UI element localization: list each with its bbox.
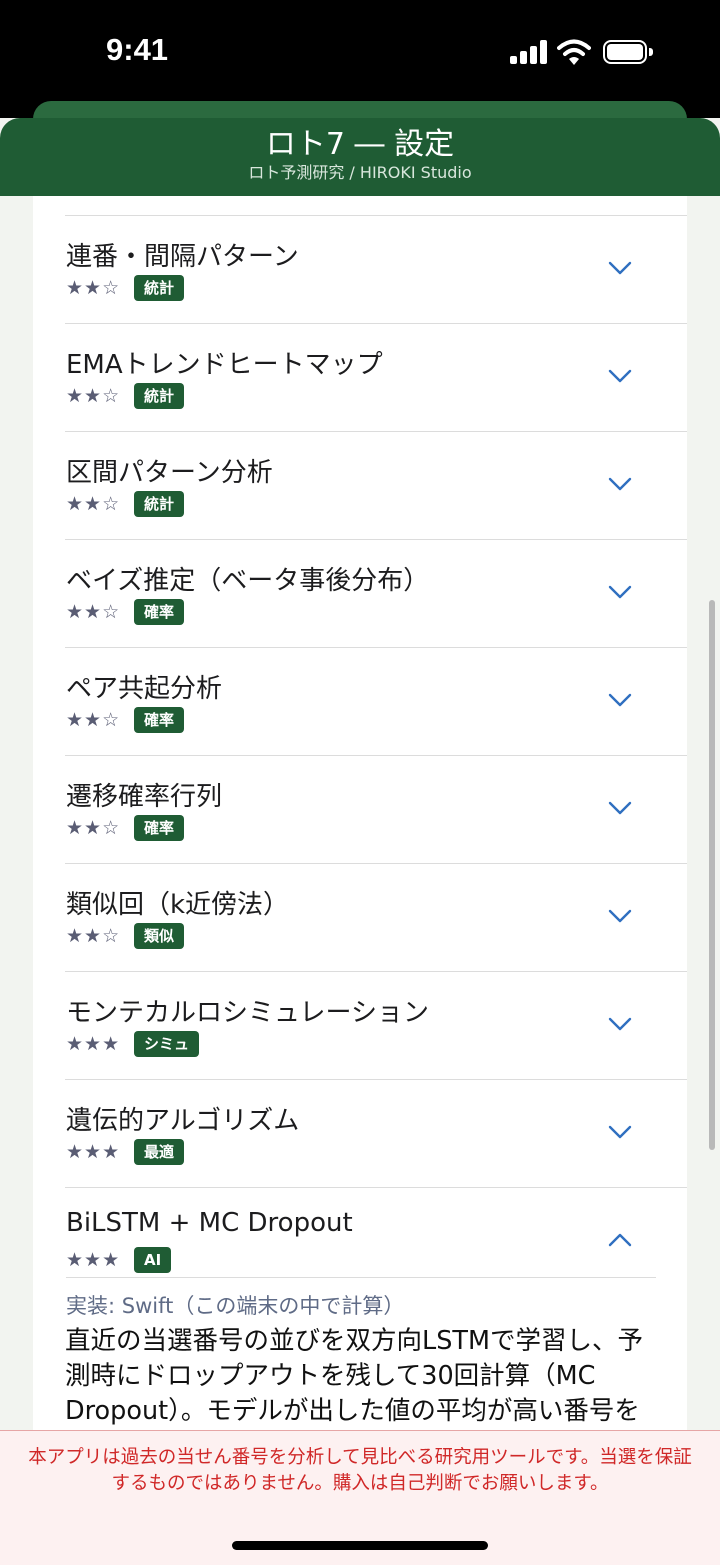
category-badge: 統計 bbox=[134, 383, 185, 409]
method-meta: ★★★ 最適 bbox=[66, 1138, 185, 1166]
method-item[interactable]: 類似回（k近傍法） ★★☆ 類似 bbox=[65, 863, 687, 971]
method-item[interactable]: 遷移確率行列 ★★☆ 確率 bbox=[65, 755, 687, 863]
method-item[interactable]: モンテカルロシミュレーション ★★★ シミュ bbox=[65, 971, 687, 1079]
method-list-sheet: 連番・間隔パターン ★★☆ 統計 EMAトレンドヒートマップ ★★☆ 統計 区間… bbox=[33, 196, 687, 1436]
category-badge: 確率 bbox=[134, 707, 185, 733]
disclaimer-text: 本アプリは過去の当せん番号を分析して見比べる研究用ツールです。当選を保証するもの… bbox=[28, 1447, 692, 1494]
implementation-note: 実装: Swift（この端末の中で計算） bbox=[66, 1294, 405, 1318]
chevron-down-icon[interactable] bbox=[605, 361, 635, 391]
divider bbox=[66, 1277, 656, 1278]
method-meta: ★★☆ 類似 bbox=[66, 922, 185, 950]
method-meta: ★★☆ 確率 bbox=[66, 598, 185, 626]
method-item[interactable]: 区間パターン分析 ★★☆ 統計 bbox=[65, 431, 687, 539]
method-item[interactable]: ベイズ推定（ベータ事後分布） ★★☆ 確率 bbox=[65, 539, 687, 647]
method-meta: ★★★ シミュ bbox=[66, 1030, 200, 1058]
category-badge: 類似 bbox=[134, 923, 185, 949]
rating-stars: ★★☆ bbox=[66, 817, 121, 839]
rating-stars: ★★☆ bbox=[66, 277, 121, 299]
rating-stars: ★★☆ bbox=[66, 709, 121, 731]
method-title: 遺伝的アルゴリズム bbox=[66, 1106, 300, 1136]
method-meta: ★★☆ 確率 bbox=[66, 706, 185, 734]
wifi-icon bbox=[557, 38, 591, 66]
category-badge: 統計 bbox=[134, 491, 185, 517]
chevron-down-icon[interactable] bbox=[605, 469, 635, 499]
rating-stars: ★★★ bbox=[66, 1141, 121, 1163]
method-title: 連番・間隔パターン bbox=[66, 242, 299, 272]
status-time: 9:41 bbox=[106, 32, 169, 67]
chevron-down-icon[interactable] bbox=[605, 253, 635, 283]
method-title: モンテカルロシミュレーション bbox=[66, 998, 429, 1028]
method-meta: ★★☆ 統計 bbox=[66, 382, 185, 410]
chevron-down-icon[interactable] bbox=[605, 577, 635, 607]
rating-stars: ★★★ bbox=[66, 1249, 121, 1271]
scrollbar[interactable] bbox=[709, 600, 715, 1150]
method-item[interactable]: ペア共起分析 ★★☆ 確率 bbox=[65, 647, 687, 755]
chevron-up-icon[interactable] bbox=[605, 1225, 635, 1255]
category-badge: AI bbox=[134, 1247, 172, 1273]
rating-stars: ★★☆ bbox=[66, 601, 121, 623]
method-item[interactable]: 遺伝的アルゴリズム ★★★ 最適 bbox=[65, 1079, 687, 1187]
method-title: 区間パターン分析 bbox=[66, 458, 273, 488]
method-item-expanded[interactable]: BiLSTM + MC Dropout ★★★ AI bbox=[65, 1187, 687, 1295]
category-badge: 確率 bbox=[134, 599, 185, 625]
method-title: 類似回（k近傍法） bbox=[66, 890, 290, 920]
category-badge: 確率 bbox=[134, 815, 185, 841]
home-indicator[interactable] bbox=[232, 1541, 488, 1550]
rating-stars: ★★☆ bbox=[66, 493, 121, 515]
method-item[interactable]: EMAトレンドヒートマップ ★★☆ 統計 bbox=[65, 323, 687, 431]
category-badge: 最適 bbox=[134, 1139, 185, 1165]
category-badge: シミュ bbox=[134, 1031, 200, 1057]
rating-stars: ★★★ bbox=[66, 1033, 121, 1055]
chevron-down-icon[interactable] bbox=[605, 793, 635, 823]
method-meta: ★★☆ 統計 bbox=[66, 274, 185, 302]
method-title: ベイズ推定（ベータ事後分布） bbox=[66, 566, 430, 596]
method-meta: ★★★ AI bbox=[66, 1246, 172, 1274]
battery-icon bbox=[603, 40, 653, 64]
rating-stars: ★★☆ bbox=[66, 925, 121, 947]
settings-header: ロト7 ― 設定 ロト予測研究 / HIROKI Studio bbox=[0, 118, 720, 196]
method-meta: ★★☆ 確率 bbox=[66, 814, 185, 842]
method-title: ペア共起分析 bbox=[66, 674, 223, 704]
rating-stars: ★★☆ bbox=[66, 385, 121, 407]
page-subtitle: ロト予測研究 / HIROKI Studio bbox=[248, 163, 472, 182]
category-badge: 統計 bbox=[134, 275, 185, 301]
page-title: ロト7 ― 設定 bbox=[265, 127, 455, 162]
chevron-down-icon[interactable] bbox=[605, 1117, 635, 1147]
method-item[interactable]: 連番・間隔パターン ★★☆ 統計 bbox=[65, 215, 687, 323]
method-title: 遷移確率行列 bbox=[66, 782, 223, 812]
method-title: BiLSTM + MC Dropout bbox=[66, 1208, 353, 1238]
chevron-down-icon[interactable] bbox=[605, 901, 635, 931]
chevron-down-icon[interactable] bbox=[605, 685, 635, 715]
method-description: 直近の当選番号の並びを双方向LSTMで学習し、予測時にドロップアウトを残して30… bbox=[65, 1326, 643, 1436]
chevron-down-icon[interactable] bbox=[605, 1009, 635, 1039]
cellular-signal-icon bbox=[510, 40, 548, 64]
method-meta: ★★☆ 統計 bbox=[66, 490, 185, 518]
method-title: EMAトレンドヒートマップ bbox=[66, 350, 383, 380]
